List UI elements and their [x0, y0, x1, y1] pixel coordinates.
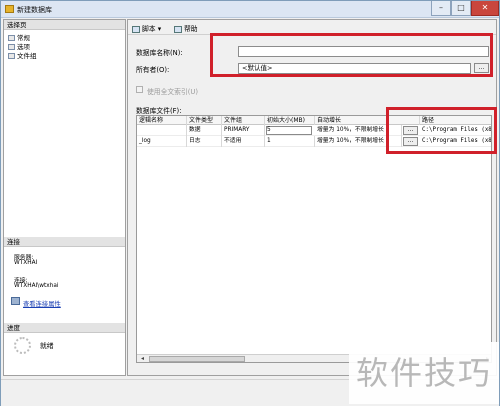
server-value: WTXHAI — [14, 260, 38, 266]
connection-properties-icon — [11, 297, 20, 305]
left-pane: 选择页 常规 选项 文件组 连接 服务器: WTXHAI 连接: WTXHAI\… — [3, 19, 126, 376]
fulltext-label: 使用全文索引(U) — [147, 88, 199, 96]
chevron-down-icon[interactable]: ▾ — [158, 25, 161, 33]
new-database-window: 新建数据库 – □ ✕ 选择页 常规 选项 文件组 连接 服务器: WTXHAI… — [0, 0, 500, 406]
page-item-filegroups[interactable]: 文件组 — [8, 50, 37, 60]
view-connection-properties-link[interactable]: 查看连接属性 — [23, 299, 61, 308]
close-button[interactable]: ✕ — [471, 1, 499, 16]
cell-filegroup[interactable]: PRIMARY — [222, 125, 265, 136]
cell-file-type: 数据 — [187, 125, 222, 136]
progress-spinner-icon — [14, 337, 31, 354]
select-page-header: 选择页 — [4, 20, 125, 30]
help-button[interactable]: 帮助 — [174, 23, 198, 33]
progress-header: 进度 — [4, 323, 125, 333]
maximize-button[interactable]: □ — [451, 1, 471, 16]
col-initial-size[interactable]: 初始大小(MB) — [265, 116, 315, 125]
cell-initial-size[interactable]: 5 — [265, 125, 315, 136]
watermark: 软件技巧 — [349, 342, 499, 404]
window-title: 新建数据库 — [17, 6, 52, 14]
col-file-type[interactable]: 文件类型 — [187, 116, 222, 125]
highlight-box-path — [386, 107, 497, 154]
db-name-label: 数据库名称(N): — [136, 49, 183, 57]
minimize-button[interactable]: – — [431, 1, 451, 16]
connection-header: 连接 — [4, 237, 125, 247]
help-icon — [174, 25, 182, 33]
ready-status: 就绪 — [40, 342, 54, 350]
cell-logical-name[interactable] — [137, 125, 187, 136]
owner-label: 所有者(O): — [136, 66, 170, 74]
database-icon — [5, 5, 14, 13]
col-filegroup[interactable]: 文件组 — [222, 116, 265, 125]
connection-value: WTXHAI\wtxhai — [14, 283, 59, 289]
fulltext-checkbox[interactable] — [136, 86, 143, 93]
scroll-left-icon[interactable]: ◂ — [138, 355, 147, 362]
cell-filegroup: 不适用 — [222, 136, 265, 147]
col-logical-name[interactable]: 逻辑名称 — [137, 116, 187, 125]
title-bar: 新建数据库 – □ ✕ — [1, 1, 499, 18]
cell-logical-name[interactable]: _log — [137, 136, 187, 147]
db-files-label: 数据库文件(F): — [136, 107, 182, 115]
scroll-thumb[interactable] — [149, 356, 245, 362]
script-icon — [132, 25, 140, 33]
page-icon — [8, 53, 15, 59]
script-button[interactable]: 脚本 ▾ — [132, 23, 161, 33]
highlight-box-name-owner — [210, 33, 493, 77]
cell-file-type: 日志 — [187, 136, 222, 147]
cell-initial-size[interactable]: 1 — [265, 136, 315, 147]
